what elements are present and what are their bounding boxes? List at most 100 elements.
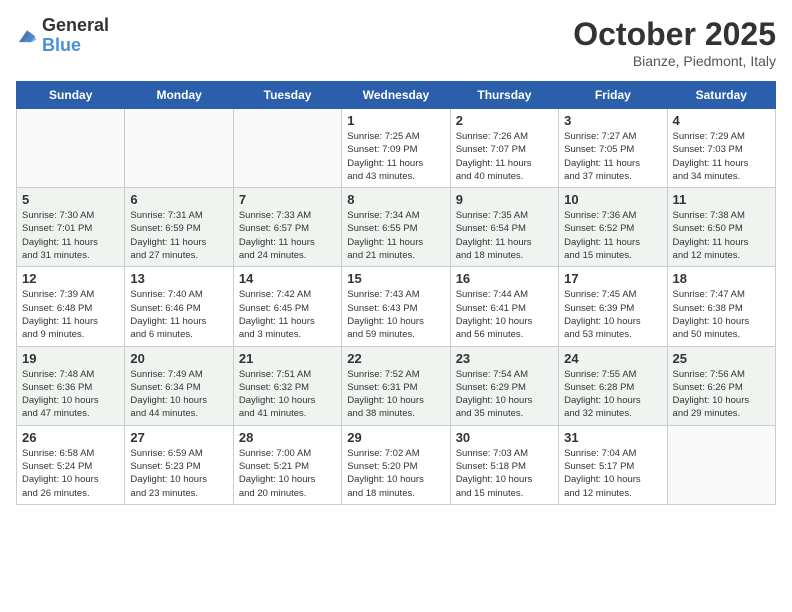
month-title: October 2025 [573, 16, 776, 53]
day-cell: 14 Sunrise: 7:42 AM Sunset: 6:45 PM Dayli… [233, 267, 341, 346]
day-info: Sunrise: 7:33 AM Sunset: 6:57 PM Dayligh… [239, 209, 336, 262]
day-cell: 20Sunrise: 7:49 AM Sunset: 6:34 PM Dayli… [125, 346, 233, 425]
day-cell: 1Sunrise: 7:25 AM Sunset: 7:09 PM Daylig… [342, 109, 450, 188]
day-info: Sunrise: 6:59 AM Sunset: 5:23 PM Dayligh… [130, 447, 227, 500]
day-cell: 19 Sunrise: 7:48 AM Sunset: 6:36 PM Dayli… [17, 346, 125, 425]
day-info: Sunrise: 7:55 AM Sunset: 6:28 PM Dayligh… [564, 368, 661, 421]
day-cell: 26 Sunrise: 6:58 AM Sunset: 5:24 PM Dayli… [17, 425, 125, 504]
day-info: Sunrise: 7:31 AM Sunset: 6:59 PM Dayligh… [130, 209, 227, 262]
week-row-1: 1Sunrise: 7:25 AM Sunset: 7:09 PM Daylig… [17, 109, 776, 188]
day-number: 22 [347, 351, 444, 366]
day-number: 27 [130, 430, 227, 445]
day-cell [233, 109, 341, 188]
weekday-header-friday: Friday [559, 82, 667, 109]
day-cell: 24 Sunrise: 7:55 AM Sunset: 6:28 PM Dayli… [559, 346, 667, 425]
day-info: Sunrise: 7:42 AM Sunset: 6:45 PM Dayligh… [239, 288, 336, 341]
day-number: 2 [456, 113, 553, 128]
day-cell [125, 109, 233, 188]
day-cell: 8Sunrise: 7:34 AM Sunset: 6:55 PM Daylig… [342, 188, 450, 267]
weekday-header-saturday: Saturday [667, 82, 775, 109]
day-cell: 10Sunrise: 7:36 AM Sunset: 6:52 PM Dayli… [559, 188, 667, 267]
day-cell: 31Sunrise: 7:04 AM Sunset: 5:17 PM Dayli… [559, 425, 667, 504]
day-number: 25 [673, 351, 770, 366]
day-number: 20 [130, 351, 227, 366]
page-header: General Blue October 2025 Bianze, Piedmo… [16, 16, 776, 69]
day-info: Sunrise: 7:35 AM Sunset: 6:54 PM Dayligh… [456, 209, 553, 262]
day-info: Sunrise: 7:29 AM Sunset: 7:03 PM Dayligh… [673, 130, 770, 183]
day-info: Sunrise: 7:56 AM Sunset: 6:26 PM Dayligh… [673, 368, 770, 421]
day-number: 8 [347, 192, 444, 207]
day-info: Sunrise: 7:36 AM Sunset: 6:52 PM Dayligh… [564, 209, 661, 262]
day-cell: 13 Sunrise: 7:40 AM Sunset: 6:46 PM Dayli… [125, 267, 233, 346]
day-number: 17 [564, 271, 661, 286]
day-number: 5 [22, 192, 119, 207]
day-cell: 21 Sunrise: 7:51 AM Sunset: 6:32 PM Dayli… [233, 346, 341, 425]
day-info: Sunrise: 7:45 AM Sunset: 6:39 PM Dayligh… [564, 288, 661, 341]
weekday-header-row: SundayMondayTuesdayWednesdayThursdayFrid… [17, 82, 776, 109]
day-number: 21 [239, 351, 336, 366]
day-number: 6 [130, 192, 227, 207]
day-number: 12 [22, 271, 119, 286]
day-cell: 18 Sunrise: 7:47 AM Sunset: 6:38 PM Dayli… [667, 267, 775, 346]
day-cell: 23 Sunrise: 7:54 AM Sunset: 6:29 PM Dayli… [450, 346, 558, 425]
logo-text: General Blue [42, 16, 109, 56]
day-cell: 11Sunrise: 7:38 AM Sunset: 6:50 PM Dayli… [667, 188, 775, 267]
day-cell: 2 Sunrise: 7:26 AM Sunset: 7:07 PM Daylig… [450, 109, 558, 188]
logo: General Blue [16, 16, 109, 56]
logo-line1: General [42, 16, 109, 36]
day-number: 16 [456, 271, 553, 286]
day-number: 1 [347, 113, 444, 128]
day-number: 23 [456, 351, 553, 366]
day-number: 11 [673, 192, 770, 207]
day-info: Sunrise: 7:00 AM Sunset: 5:21 PM Dayligh… [239, 447, 336, 500]
day-number: 3 [564, 113, 661, 128]
day-info: Sunrise: 7:26 AM Sunset: 7:07 PM Dayligh… [456, 130, 553, 183]
day-number: 13 [130, 271, 227, 286]
day-cell: 3 Sunrise: 7:27 AM Sunset: 7:05 PM Daylig… [559, 109, 667, 188]
day-number: 18 [673, 271, 770, 286]
day-info: Sunrise: 7:51 AM Sunset: 6:32 PM Dayligh… [239, 368, 336, 421]
weekday-header-thursday: Thursday [450, 82, 558, 109]
weekday-header-tuesday: Tuesday [233, 82, 341, 109]
day-number: 14 [239, 271, 336, 286]
day-cell: 28Sunrise: 7:00 AM Sunset: 5:21 PM Dayli… [233, 425, 341, 504]
week-row-5: 26 Sunrise: 6:58 AM Sunset: 5:24 PM Dayli… [17, 425, 776, 504]
day-info: Sunrise: 7:54 AM Sunset: 6:29 PM Dayligh… [456, 368, 553, 421]
day-number: 26 [22, 430, 119, 445]
day-cell [667, 425, 775, 504]
day-info: Sunrise: 7:44 AM Sunset: 6:41 PM Dayligh… [456, 288, 553, 341]
week-row-4: 19 Sunrise: 7:48 AM Sunset: 6:36 PM Dayli… [17, 346, 776, 425]
day-cell: 5 Sunrise: 7:30 AM Sunset: 7:01 PM Daylig… [17, 188, 125, 267]
weekday-header-sunday: Sunday [17, 82, 125, 109]
day-cell: 25 Sunrise: 7:56 AM Sunset: 6:26 PM Dayli… [667, 346, 775, 425]
weekday-header-wednesday: Wednesday [342, 82, 450, 109]
day-info: Sunrise: 7:52 AM Sunset: 6:31 PM Dayligh… [347, 368, 444, 421]
day-cell: 9 Sunrise: 7:35 AM Sunset: 6:54 PM Daylig… [450, 188, 558, 267]
day-info: Sunrise: 7:02 AM Sunset: 5:20 PM Dayligh… [347, 447, 444, 500]
day-cell: 4Sunrise: 7:29 AM Sunset: 7:03 PM Daylig… [667, 109, 775, 188]
day-number: 29 [347, 430, 444, 445]
week-row-3: 12 Sunrise: 7:39 AM Sunset: 6:48 PM Dayli… [17, 267, 776, 346]
day-cell: 30 Sunrise: 7:03 AM Sunset: 5:18 PM Dayli… [450, 425, 558, 504]
day-number: 9 [456, 192, 553, 207]
day-info: Sunrise: 7:30 AM Sunset: 7:01 PM Dayligh… [22, 209, 119, 262]
day-info: Sunrise: 7:04 AM Sunset: 5:17 PM Dayligh… [564, 447, 661, 500]
day-number: 30 [456, 430, 553, 445]
day-info: Sunrise: 7:48 AM Sunset: 6:36 PM Dayligh… [22, 368, 119, 421]
day-cell: 17 Sunrise: 7:45 AM Sunset: 6:39 PM Dayli… [559, 267, 667, 346]
day-cell: 22 Sunrise: 7:52 AM Sunset: 6:31 PM Dayli… [342, 346, 450, 425]
day-cell: 6 Sunrise: 7:31 AM Sunset: 6:59 PM Daylig… [125, 188, 233, 267]
day-info: Sunrise: 7:40 AM Sunset: 6:46 PM Dayligh… [130, 288, 227, 341]
day-number: 24 [564, 351, 661, 366]
day-number: 15 [347, 271, 444, 286]
day-info: Sunrise: 7:39 AM Sunset: 6:48 PM Dayligh… [22, 288, 119, 341]
day-info: Sunrise: 7:03 AM Sunset: 5:18 PM Dayligh… [456, 447, 553, 500]
day-cell: 16 Sunrise: 7:44 AM Sunset: 6:41 PM Dayli… [450, 267, 558, 346]
day-cell: 7Sunrise: 7:33 AM Sunset: 6:57 PM Daylig… [233, 188, 341, 267]
day-number: 19 [22, 351, 119, 366]
day-info: Sunrise: 7:43 AM Sunset: 6:43 PM Dayligh… [347, 288, 444, 341]
day-info: Sunrise: 7:27 AM Sunset: 7:05 PM Dayligh… [564, 130, 661, 183]
week-row-2: 5 Sunrise: 7:30 AM Sunset: 7:01 PM Daylig… [17, 188, 776, 267]
day-info: Sunrise: 7:47 AM Sunset: 6:38 PM Dayligh… [673, 288, 770, 341]
day-info: Sunrise: 6:58 AM Sunset: 5:24 PM Dayligh… [22, 447, 119, 500]
